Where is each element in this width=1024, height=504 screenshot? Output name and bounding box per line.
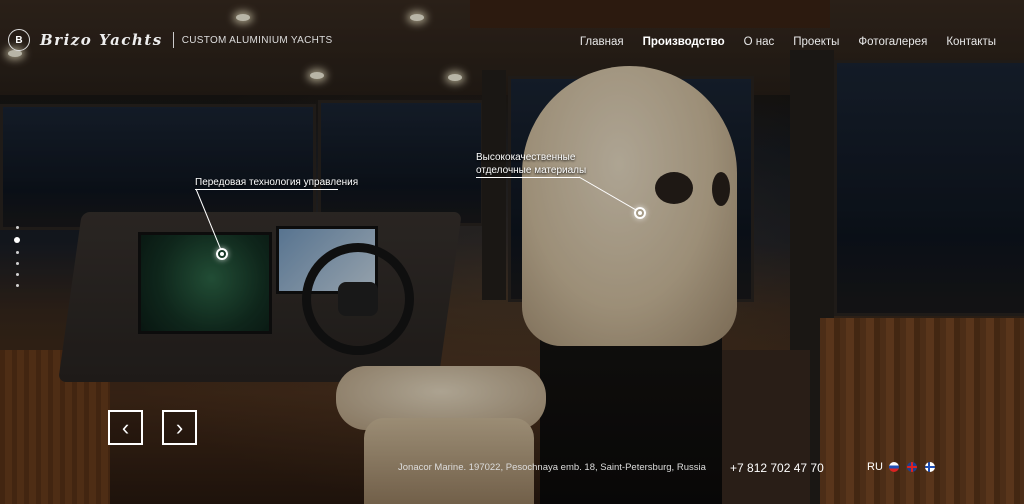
pagination-dot-active[interactable] xyxy=(14,237,20,243)
current-language: RU xyxy=(867,461,883,473)
en-flag-icon[interactable] xyxy=(906,462,917,472)
ru-flag-icon[interactable] xyxy=(888,462,899,472)
language-switcher: RU xyxy=(867,461,943,473)
footer-address: Jonacor Marine. 197022, Pesochnaya emb. … xyxy=(398,462,706,473)
hotspot-control[interactable] xyxy=(216,248,228,260)
footer-phone[interactable]: +7 812 702 47 70 xyxy=(730,461,824,475)
hotspot-label-control: Передовая технология управления xyxy=(195,177,359,188)
hotspot-label-line: Высококачественные xyxy=(476,152,576,163)
hotspot-materials[interactable] xyxy=(634,207,646,219)
pagination-dot[interactable] xyxy=(15,262,19,265)
pagination-dot[interactable] xyxy=(15,273,19,276)
pagination-dot[interactable] xyxy=(15,284,19,287)
chevron-right-icon: › xyxy=(175,414,184,440)
chevron-left-icon: ‹ xyxy=(121,414,130,440)
hotspot-leader-lines xyxy=(195,176,637,251)
next-slide-button[interactable]: › xyxy=(162,410,197,445)
pagination-dot[interactable] xyxy=(15,226,19,229)
fi-flag-icon[interactable] xyxy=(924,462,935,472)
hotspot-underline xyxy=(476,177,580,178)
prev-slide-button[interactable]: ‹ xyxy=(108,410,143,445)
pagination-dot[interactable] xyxy=(15,251,19,254)
hotspot-label-materials: Высококачественные отделочные материалы xyxy=(476,151,586,177)
hotspot-underline xyxy=(195,189,338,190)
hotspot-label-line: отделочные материалы xyxy=(476,165,587,176)
slide-pagination xyxy=(14,222,20,291)
